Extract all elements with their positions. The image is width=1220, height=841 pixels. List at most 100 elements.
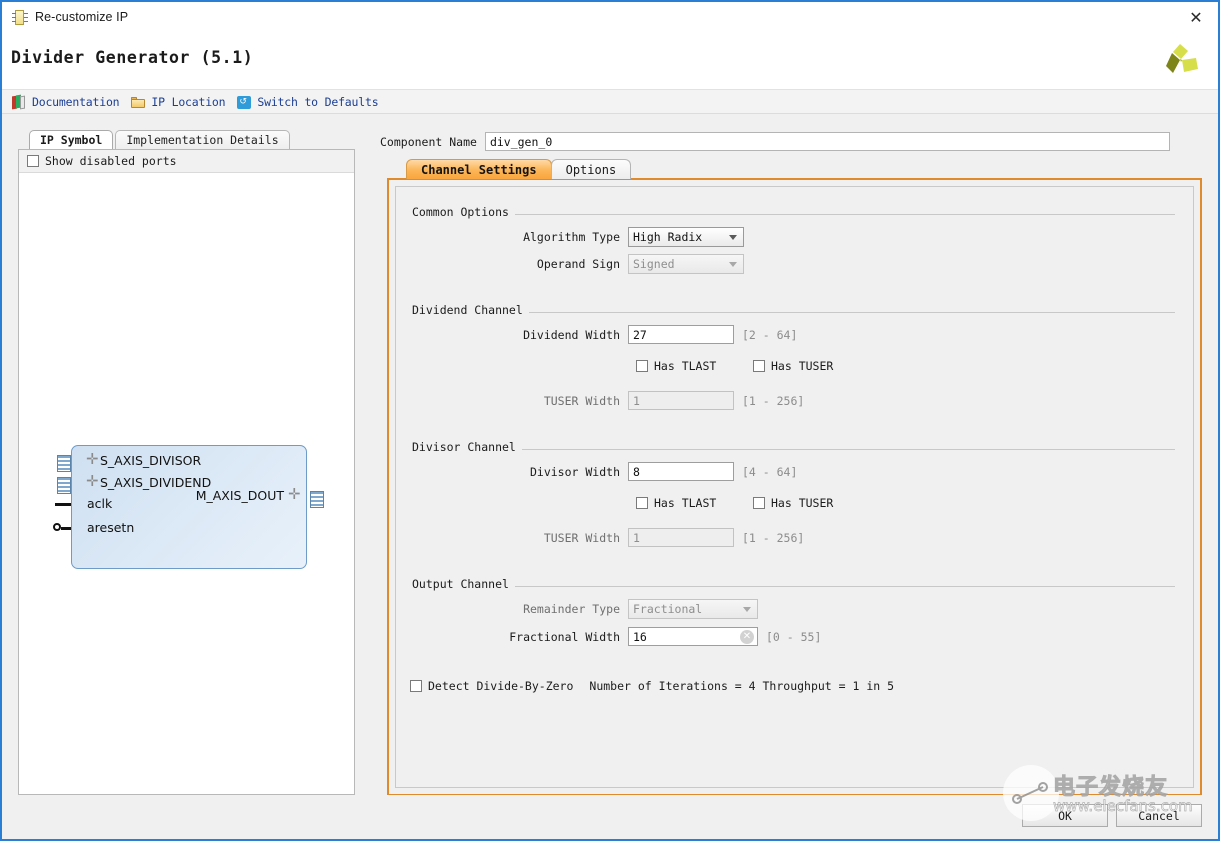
divisor-has-tuser-label: Has TUSER bbox=[771, 496, 833, 510]
documentation-label: Documentation bbox=[32, 95, 119, 109]
dividend-tuser-width-label: TUSER Width bbox=[396, 394, 620, 408]
algorithm-type-label: Algorithm Type bbox=[396, 230, 620, 244]
group-common-options-title: Common Options bbox=[412, 205, 515, 219]
expand-divisor-icon[interactable]: ✛ bbox=[86, 454, 98, 466]
divisor-has-tlast-row: Has TLAST bbox=[636, 496, 716, 510]
port-label-divisor: S_AXIS_DIVISOR bbox=[100, 453, 201, 468]
tab-implementation-details-label: Implementation Details bbox=[126, 133, 278, 147]
row-algorithm-type: Algorithm Type High Radix bbox=[396, 227, 1193, 247]
detect-divide-by-zero-checkbox[interactable] bbox=[410, 680, 422, 692]
component-name-row: Component Name bbox=[380, 132, 1170, 151]
bus-connector-dout bbox=[310, 491, 324, 508]
tab-channel-settings[interactable]: Channel Settings bbox=[406, 159, 552, 179]
page-title: Divider Generator (5.1) bbox=[11, 48, 253, 67]
operand-sign-value: Signed bbox=[633, 257, 675, 271]
show-disabled-ports-label: Show disabled ports bbox=[45, 154, 177, 168]
group-divisor-channel-title: Divisor Channel bbox=[412, 440, 522, 454]
divisor-has-tuser-row: Has TUSER bbox=[753, 496, 833, 510]
ip-symbol-canvas: ✛ S_AXIS_DIVISOR ✛ S_AXIS_DIVIDEND aclk … bbox=[19, 173, 354, 793]
window-title: Re-customize IP bbox=[35, 10, 128, 24]
documentation-button[interactable]: Documentation bbox=[7, 89, 126, 114]
divisor-has-tuser-checkbox[interactable] bbox=[753, 497, 765, 509]
bus-connector-divisor bbox=[57, 455, 71, 472]
ip-chip-icon bbox=[12, 10, 28, 25]
dividend-width-label: Dividend Width bbox=[396, 328, 620, 342]
divisor-width-label: Divisor Width bbox=[396, 465, 620, 479]
main-tabs: Channel Settings Options bbox=[406, 159, 631, 179]
show-disabled-ports-row: Show disabled ports bbox=[19, 150, 354, 173]
show-disabled-ports-checkbox[interactable] bbox=[27, 155, 39, 167]
expand-dividend-icon[interactable]: ✛ bbox=[86, 476, 98, 488]
chevron-down-icon bbox=[743, 607, 751, 612]
row-divisor-tuser-width: TUSER Width [1 - 256] bbox=[396, 528, 1193, 547]
ip-location-button[interactable]: IP Location bbox=[126, 89, 232, 114]
header-band: Divider Generator (5.1) bbox=[2, 32, 1218, 89]
channel-settings-inner: Common Options Algorithm Type High Radix… bbox=[395, 186, 1194, 788]
switch-to-defaults-button[interactable]: ↺ Switch to Defaults bbox=[232, 89, 385, 114]
dividend-has-tuser-row: Has TUSER bbox=[753, 359, 833, 373]
detect-divide-by-zero-label: Detect Divide-By-Zero bbox=[428, 679, 573, 693]
dividend-has-tuser-label: Has TUSER bbox=[771, 359, 833, 373]
detect-divide-by-zero-row: Detect Divide-By-Zero Number of Iteratio… bbox=[410, 679, 894, 693]
algorithm-type-value: High Radix bbox=[633, 230, 702, 244]
clear-circle-icon[interactable]: ✕ bbox=[740, 630, 754, 644]
divisor-tuser-width-input bbox=[628, 528, 734, 547]
operand-sign-label: Operand Sign bbox=[396, 257, 620, 271]
dividend-has-tlast-row: Has TLAST bbox=[636, 359, 716, 373]
fractional-width-range: [0 - 55] bbox=[766, 630, 821, 644]
cancel-button-label: Cancel bbox=[1138, 809, 1180, 823]
row-dividend-width: Dividend Width [2 - 64] bbox=[396, 325, 1193, 344]
tab-ip-symbol-label: IP Symbol bbox=[40, 133, 102, 147]
row-divisor-width: Divisor Width [4 - 64] bbox=[396, 462, 1193, 481]
component-name-input[interactable] bbox=[485, 132, 1170, 151]
ip-symbol-block: ✛ S_AXIS_DIVISOR ✛ S_AXIS_DIVIDEND aclk … bbox=[71, 445, 307, 569]
row-remainder-type: Remainder Type Fractional bbox=[396, 599, 1193, 619]
ok-button[interactable]: OK bbox=[1022, 804, 1108, 827]
divisor-has-tlast-label: Has TLAST bbox=[654, 496, 716, 510]
ip-location-label: IP Location bbox=[151, 95, 225, 109]
cancel-button[interactable]: Cancel bbox=[1116, 804, 1202, 827]
tab-options[interactable]: Options bbox=[551, 159, 632, 179]
group-dividend-channel-title: Dividend Channel bbox=[412, 303, 529, 317]
remainder-type-select: Fractional bbox=[628, 599, 758, 619]
tab-ip-symbol[interactable]: IP Symbol bbox=[29, 130, 113, 149]
row-operand-sign: Operand Sign Signed bbox=[396, 254, 1193, 274]
folder-icon bbox=[130, 94, 146, 110]
dividend-has-tlast-label: Has TLAST bbox=[654, 359, 716, 373]
chevron-down-icon bbox=[729, 262, 737, 267]
dividend-width-input[interactable] bbox=[628, 325, 734, 344]
switch-to-defaults-label: Switch to Defaults bbox=[257, 95, 378, 109]
fractional-width-input[interactable] bbox=[628, 627, 758, 646]
ok-button-label: OK bbox=[1058, 809, 1072, 823]
tab-channel-settings-label: Channel Settings bbox=[421, 163, 537, 177]
xilinx-logo bbox=[1160, 42, 1202, 82]
port-label-aresetn: aresetn bbox=[87, 520, 134, 535]
group-output-channel-title: Output Channel bbox=[412, 577, 515, 591]
documentation-book-icon bbox=[11, 94, 27, 110]
divisor-width-input[interactable] bbox=[628, 462, 734, 481]
row-dividend-tuser-width: TUSER Width [1 - 256] bbox=[396, 391, 1193, 410]
component-name-label: Component Name bbox=[380, 135, 477, 149]
divisor-has-tlast-checkbox[interactable] bbox=[636, 497, 648, 509]
port-label-dout: M_AXIS_DOUT bbox=[196, 488, 284, 503]
dividend-has-tuser-checkbox[interactable] bbox=[753, 360, 765, 372]
toolbar: Documentation IP Location ↺ Switch to De… bbox=[2, 89, 1218, 114]
tab-implementation-details[interactable]: Implementation Details bbox=[115, 130, 289, 149]
re-customize-ip-window: Re-customize IP ✕ Divider Generator (5.1… bbox=[0, 0, 1220, 841]
iterations-throughput-info: Number of Iterations = 4 Throughput = 1 … bbox=[589, 679, 894, 693]
close-icon[interactable]: ✕ bbox=[1174, 2, 1218, 32]
fractional-width-label: Fractional Width bbox=[396, 630, 620, 644]
bus-connector-dividend bbox=[57, 477, 71, 494]
expand-dout-icon[interactable]: ✛ bbox=[288, 489, 300, 501]
remainder-type-value: Fractional bbox=[633, 602, 702, 616]
dividend-has-tlast-checkbox[interactable] bbox=[636, 360, 648, 372]
row-fractional-width: Fractional Width ✕ [0 - 55] bbox=[396, 627, 1193, 646]
footer: OK Cancel bbox=[2, 795, 1218, 839]
ip-symbol-panel: Show disabled ports ✛ S_AXIS_DIVISOR ✛ S… bbox=[18, 149, 355, 795]
algorithm-type-select[interactable]: High Radix bbox=[628, 227, 744, 247]
divisor-tuser-width-range: [1 - 256] bbox=[742, 531, 804, 545]
dividend-tuser-width-input bbox=[628, 391, 734, 410]
dividend-tuser-width-range: [1 - 256] bbox=[742, 394, 804, 408]
divisor-width-range: [4 - 64] bbox=[742, 465, 797, 479]
divisor-tuser-width-label: TUSER Width bbox=[396, 531, 620, 545]
